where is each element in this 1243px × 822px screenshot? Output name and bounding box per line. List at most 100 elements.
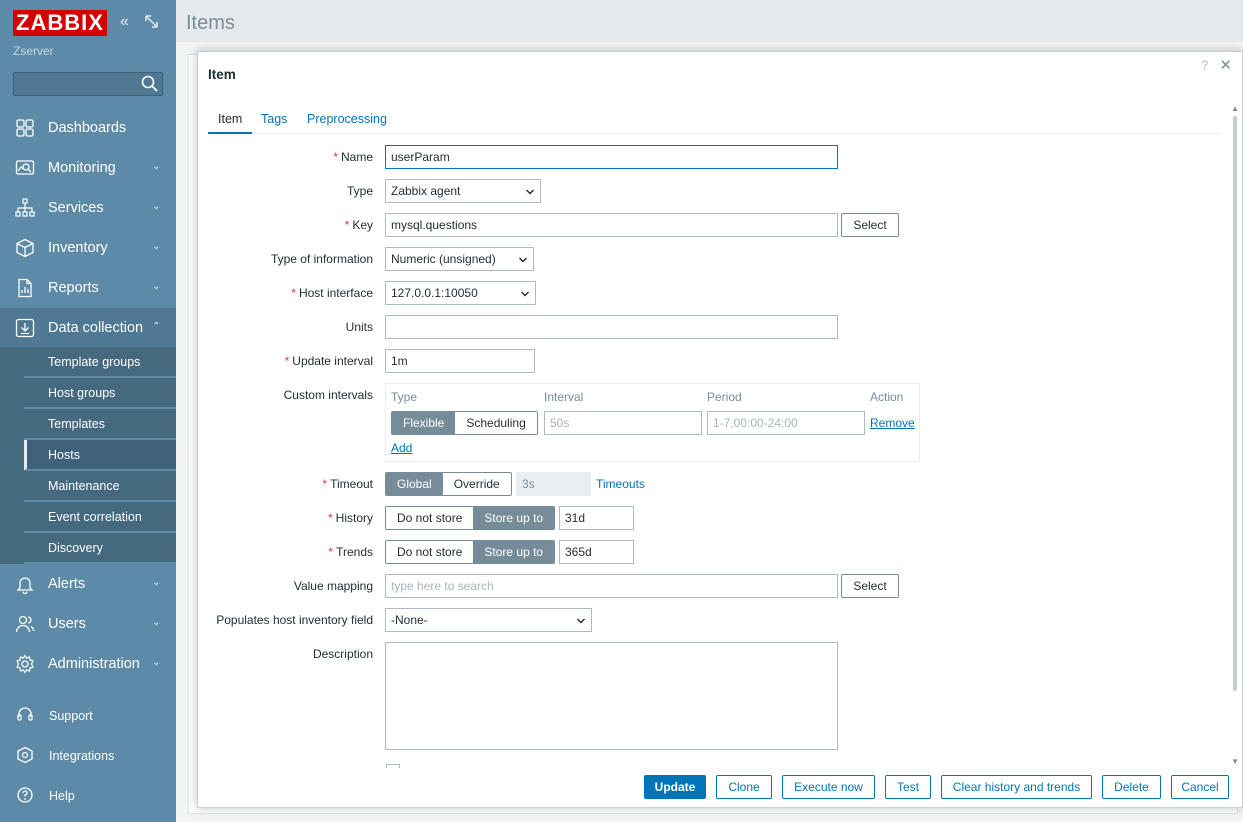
value-mapping-input[interactable]: type here to search [385,574,838,598]
footer-label: Help [49,789,75,803]
ci-header-interval: Interval [544,390,584,404]
trends-label: * Trends [328,545,373,559]
trends-toggle: Do not store Store up to [385,540,556,564]
subnav-templates[interactable]: Templates [24,409,176,439]
subnav-discovery[interactable]: Discovery [24,533,176,563]
ci-interval-input[interactable]: 50s [544,411,702,435]
footer-integrations[interactable]: Integrations [0,740,176,772]
nav-users[interactable]: Users ⌄ [0,604,176,644]
nav-data-collection[interactable]: Data collection ⌃ [0,308,176,348]
subnav-hosts[interactable]: Hosts [24,440,176,470]
cancel-button[interactable]: Cancel [1171,775,1229,799]
chevron-down-icon: ⌄ [152,657,161,668]
zabbix-logo[interactable]: ZABBIX [13,10,107,36]
footer-support[interactable]: Support [0,700,176,732]
headset-icon [17,707,33,721]
value-mapping-label: Value mapping [293,579,373,593]
type-label: Type [346,184,373,198]
history-label-text: History [335,511,373,525]
dialog-title: Item [208,67,236,82]
update-button[interactable]: Update [644,775,706,799]
integrations-icon [17,746,33,764]
footer-label: Support [49,709,93,723]
kiosk-mode-icon[interactable] [144,14,159,33]
ci-header-period: Period [707,390,742,404]
nav-dashboards[interactable]: Dashboards [0,108,176,148]
nav-alerts[interactable]: Alerts ⌄ [0,564,176,604]
ci-period-input[interactable]: 1-7,00:00-24:00 [707,411,865,435]
type-of-information-select[interactable]: Numeric (unsigned) [385,247,534,271]
trends-input[interactable]: 365d [559,540,634,564]
subnav-host-groups[interactable]: Host groups [24,378,176,408]
history-store-up-to-option[interactable]: Store up to [473,507,555,529]
ci-add-link[interactable]: Add [391,441,412,455]
help-icon[interactable]: ? [1201,58,1208,72]
scroll-down-icon[interactable]: ▼ [1231,757,1239,766]
nav-inventory[interactable]: Inventory ⌄ [0,228,176,268]
type-select[interactable]: Zabbix agent [385,179,541,203]
execute-now-button[interactable]: Execute now [782,775,875,799]
history-do-not-store-option[interactable]: Do not store [386,507,474,529]
inventory-field-select[interactable]: -None- [385,608,592,632]
key-select-button[interactable]: Select [841,213,899,237]
subnav-label: Template groups [48,355,141,369]
collapse-sidebar-icon[interactable]: « [120,14,129,30]
ci-remove-link[interactable]: Remove [870,416,915,430]
host-interface-select[interactable]: 127.0.0.1:10050 [385,281,536,305]
chevron-down-icon: ⌄ [152,281,161,292]
clone-button[interactable]: Clone [716,775,772,799]
subnav-template-groups[interactable]: Template groups [24,347,176,377]
ci-scheduling-option[interactable]: Scheduling [455,412,537,434]
delete-button[interactable]: Delete [1102,775,1161,799]
ci-flexible-option[interactable]: Flexible [392,412,456,434]
scrollbar[interactable] [1233,116,1237,691]
value-mapping-select-button[interactable]: Select [841,574,899,598]
clear-history-button[interactable]: Clear history and trends [941,775,1092,799]
units-input[interactable] [385,315,838,339]
subnav-label: Host groups [48,386,116,400]
name-input[interactable]: userParam [385,145,838,169]
footer-help[interactable]: Help [0,780,176,812]
tab-tags[interactable]: Tags [251,112,297,134]
nav-services[interactable]: Services ⌄ [0,188,176,228]
history-label: * History [328,511,373,525]
nav-reports[interactable]: Reports ⌄ [0,268,176,308]
chevron-down-icon [519,257,527,263]
chevron-down-icon [521,291,529,297]
trends-store-up-to-option[interactable]: Store up to [473,541,555,563]
tab-bar: Item Tags Preprocessing [208,112,1220,134]
tab-preprocessing[interactable]: Preprocessing [297,112,397,134]
timeout-toggle: Global Override [385,472,512,496]
trends-do-not-store-option[interactable]: Do not store [386,541,474,563]
nav-label: Dashboards [48,120,127,136]
test-button[interactable]: Test [885,775,931,799]
required-mark: * [322,477,328,491]
nav-monitoring[interactable]: Monitoring ⌄ [0,148,176,188]
scroll-up-icon[interactable]: ▲ [1231,104,1239,113]
timeout-override-option[interactable]: Override [442,473,511,495]
history-input[interactable]: 31d [559,506,634,530]
description-textarea[interactable] [385,642,838,750]
timeouts-link[interactable]: Timeouts [596,477,645,491]
subnav-event-correlation[interactable]: Event correlation [24,502,176,532]
trends-label-text: Trends [336,545,373,559]
nav-administration[interactable]: Administration ⌄ [0,644,176,684]
key-input[interactable]: mysql.questions [385,213,838,237]
required-mark: * [344,218,350,232]
timeout-global-option[interactable]: Global [386,473,443,495]
update-interval-input[interactable]: 1m [385,349,535,373]
close-icon[interactable]: ✕ [1219,56,1232,74]
subnav-label: Maintenance [48,479,120,493]
tab-item[interactable]: Item [208,112,253,134]
chevron-down-icon: ⌄ [152,617,161,628]
inventory-field-value: -None- [391,613,428,627]
host-interface-label: * Host interface [291,286,373,300]
enabled-checkbox[interactable] [386,764,400,768]
subnav-label: Templates [48,417,105,431]
subnav-maintenance[interactable]: Maintenance [24,471,176,501]
bell-icon [16,577,34,594]
required-mark: * [333,150,338,164]
sidebar-search-input[interactable] [13,72,163,96]
search-icon[interactable] [141,75,159,93]
required-mark: * [284,354,290,368]
